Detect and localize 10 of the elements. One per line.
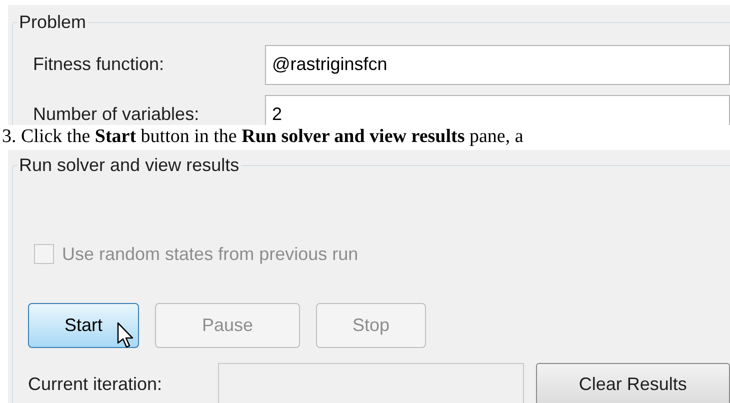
clear-results-button[interactable]: Clear Results [536,363,730,403]
iteration-label: Current iteration: [28,372,162,396]
iteration-field[interactable] [218,363,524,403]
solver-button[interactable]: Start [28,303,139,348]
instruction-text: 3. Click the Start button in the Run solver and view results pane, a [1,125,524,149]
checkbox-label: Use random states from previous run [62,242,358,266]
field-label: Fitness function: [33,54,166,74]
input-field[interactable]: 2 [265,95,730,125]
field-label: Number of variables: [33,104,200,124]
input-field[interactable]: @rastriginsfcn [265,45,730,85]
